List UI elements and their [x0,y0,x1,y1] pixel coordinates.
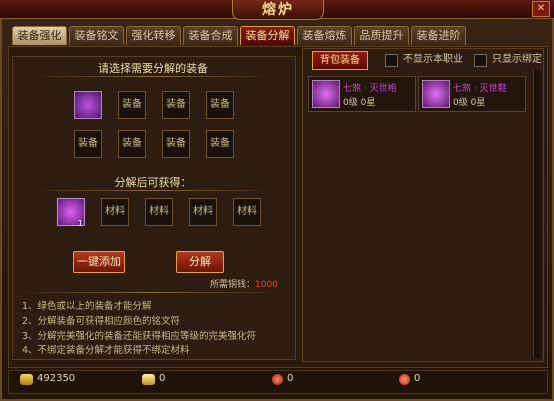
material-slot-filled[interactable]: 1 [57,198,85,228]
equip-slot[interactable]: 装备 [162,91,190,119]
select-title: 请选择需要分解的装备 [98,62,208,75]
tab-decompose[interactable]: 装备分解 [240,26,295,45]
bound-gold-value: 0 [414,373,421,384]
gold-value: 492350 [37,373,76,384]
divider [16,292,286,293]
tab-enhance[interactable]: 装备强化 [12,26,67,45]
material-slot[interactable]: 材料 [233,198,261,226]
result-title: 分解后可获得： [114,176,192,189]
tab-transfer[interactable]: 强化转移 [126,26,181,45]
ingot-icon [142,374,155,385]
item-level: 0级 0星 [453,98,486,108]
equip-slot[interactable]: 装备 [74,130,102,158]
divider [30,76,276,77]
tab-smelt[interactable]: 装备熔炼 [297,26,352,45]
item-name: 七煞 · 灭世袍 [343,84,397,94]
item-level: 0级 0星 [343,98,376,108]
note-line: 3、分解完美强化的装备还能获得相应等级的完美强化符 [22,331,257,342]
bag-item[interactable]: 七煞 · 灭世袍 0级 0星 [308,76,416,112]
tab-combine[interactable]: 装备合成 [183,26,238,45]
equip-slot[interactable]: 装备 [118,130,146,158]
note-line: 4、不绑定装备分解才能获得不绑定材料 [22,345,190,356]
checkbox-not-job-label: 不显示本职业 [403,54,463,65]
equip-slot-filled[interactable] [74,91,102,119]
scrollbar[interactable] [533,70,541,358]
material-slot[interactable]: 材料 [189,198,217,226]
gold-icon [20,374,33,385]
equip-slot[interactable]: 装备 [162,130,190,158]
material-qty: 1 [77,219,83,228]
window-title: 熔炉 [232,0,324,20]
material-slot[interactable]: 材料 [145,198,173,226]
equip-slot[interactable]: 装备 [118,91,146,119]
decompose-button[interactable]: 分解 [176,251,224,273]
gift-icon [272,374,283,385]
checkbox-bound-only[interactable] [474,54,487,67]
divider [30,190,276,191]
close-button[interactable]: ✕ [532,1,550,17]
add-all-button[interactable]: 一键添加 [73,251,125,273]
checkbox-bound-label: 只显示绑定 [492,54,542,65]
material-slot[interactable]: 材料 [101,198,129,226]
gift-value: 0 [287,373,294,384]
item-name: 七煞 · 灭世鞋 [453,84,507,94]
tab-bag-equip[interactable]: 背包装备 [312,51,368,70]
cost-label: 所需铜钱： [210,280,256,290]
note-line: 1、绿色或以上的装备才能分解 [22,301,152,312]
ingot-value: 0 [159,373,166,384]
equip-slot[interactable]: 装备 [206,91,234,119]
equip-slot[interactable]: 装备 [206,130,234,158]
cost-value: 1000 [255,280,278,290]
robe-icon [312,80,340,108]
tab-quality[interactable]: 品质提升 [354,26,409,45]
bag-item[interactable]: 七煞 · 灭世鞋 0级 0星 [418,76,526,112]
boots-icon [422,80,450,108]
tab-advance[interactable]: 装备进阶 [411,26,466,45]
cost-display: 所需铜钱：1000 [210,277,278,290]
tab-inscription[interactable]: 装备铭文 [69,26,124,45]
note-line: 2、分解装备可获得相应颜色的铭文符 [22,316,181,327]
checkbox-not-job[interactable] [385,54,398,67]
bound-gold-icon [399,374,410,385]
